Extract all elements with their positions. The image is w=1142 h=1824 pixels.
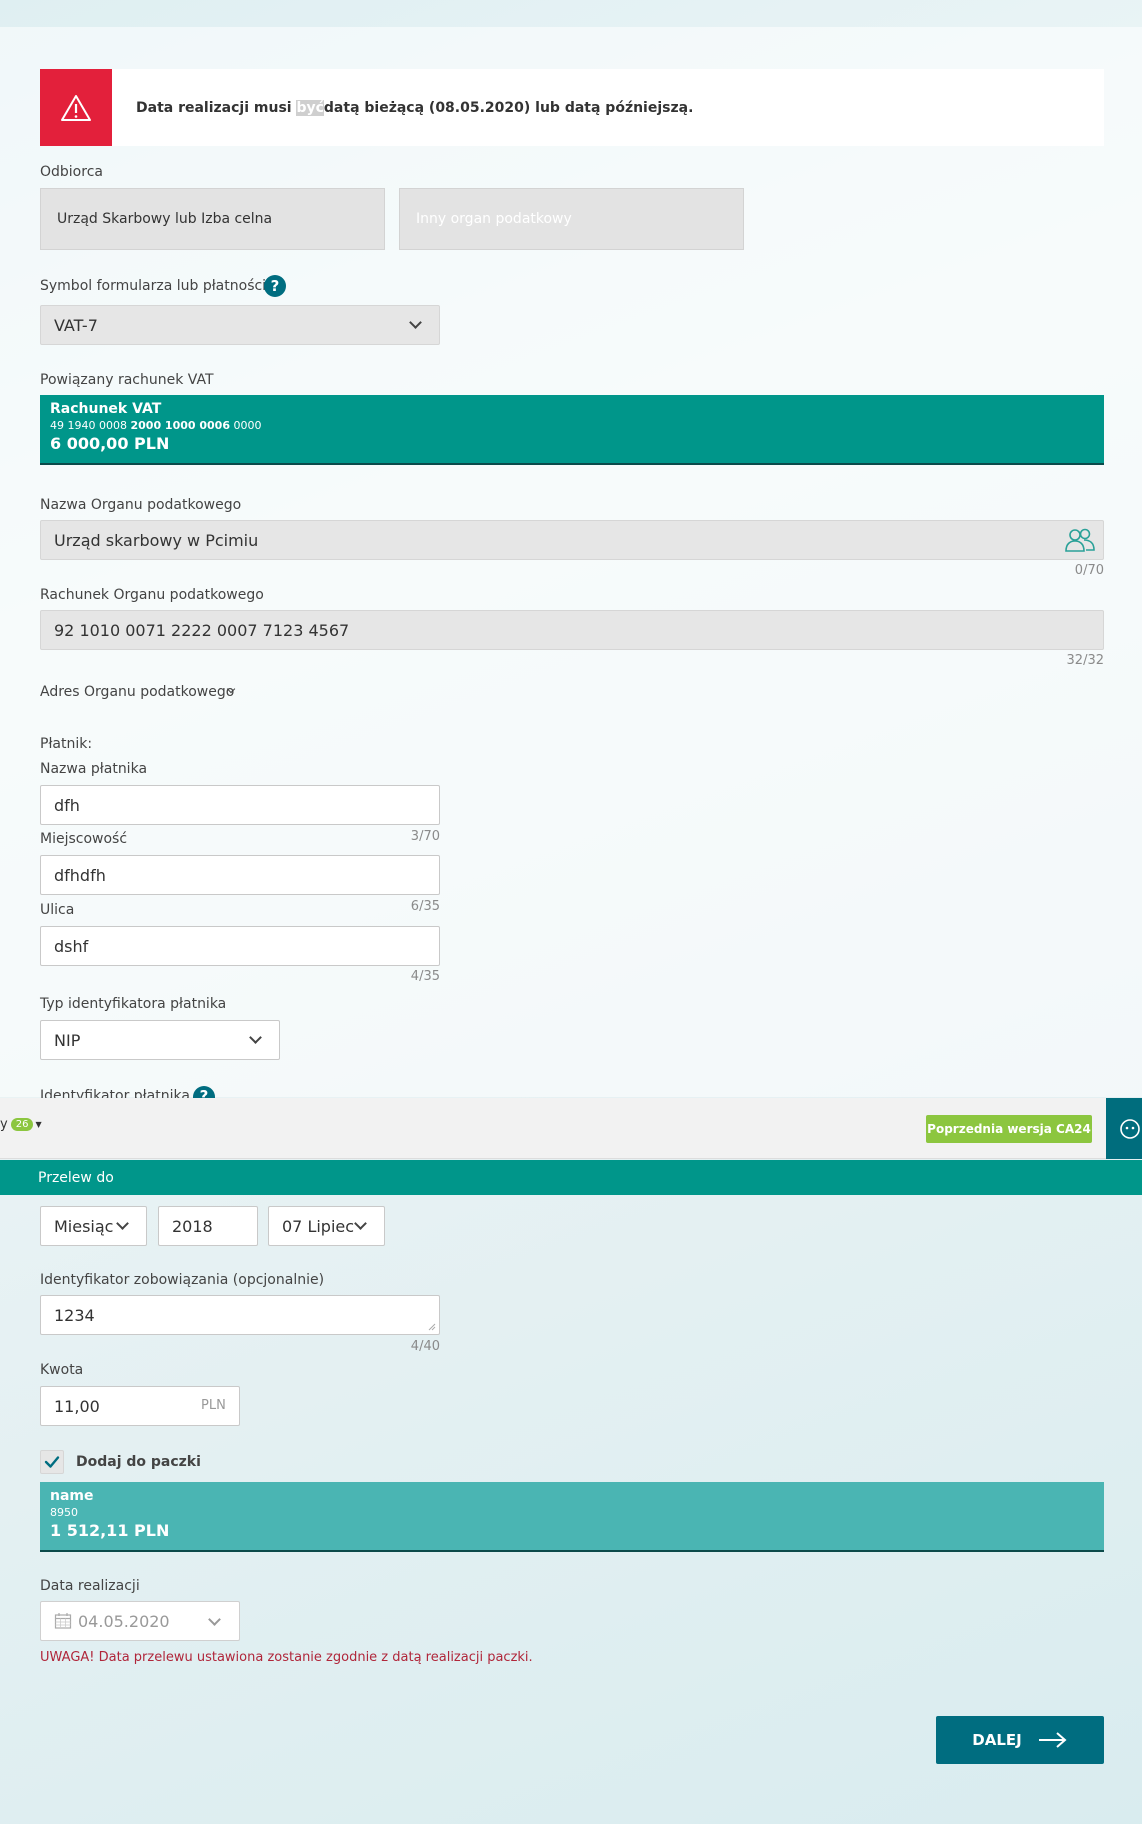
recipient-option-label: Inny organ podatkowy (416, 211, 572, 227)
period-type-select[interactable]: Miesiąc (40, 1206, 147, 1246)
tax-office-name-counter: 0/70 (1074, 563, 1104, 578)
next-button[interactable]: DALEJ (936, 1716, 1104, 1764)
tax-office-name-input[interactable]: Urząd skarbowy w Pcimiu (40, 520, 1104, 560)
notifications-menu[interactable]: y 26 ▼ (0, 1117, 42, 1132)
period-year-input[interactable]: 2018 (158, 1206, 258, 1246)
amount-label: Kwota (40, 1362, 84, 1378)
payer-city-value: dfhdfh (54, 865, 106, 885)
caret-down-icon: ▼ (35, 1120, 42, 1129)
payer-identifier-label: Identyfikator płatnika (40, 1088, 190, 1098)
obligation-id-textarea[interactable]: 1234 (40, 1295, 440, 1335)
period-month-value: 07 Lipiec (282, 1216, 355, 1236)
execution-date-label: Data realizacji (40, 1578, 140, 1594)
address-toggle[interactable]: Adres Organu podatkowego (40, 684, 234, 700)
transfer-to-bar: Przelew do (0, 1160, 1142, 1195)
package-name: name (50, 1488, 94, 1504)
payer-name-value: dfh (54, 795, 80, 815)
payer-city-counter: 6/35 (410, 899, 440, 914)
package-number: 8950 (50, 1506, 78, 1519)
form-symbol-value: VAT-7 (54, 315, 98, 335)
account-number-part: 2000 1000 0006 (130, 419, 230, 432)
recipient-option-other[interactable]: Inny organ podatkowy (399, 188, 744, 250)
payer-city-label: Miejscowość (40, 831, 128, 847)
tax-office-account-input[interactable]: 92 1010 0071 2222 0007 7123 4567 (40, 610, 1104, 650)
account-number-part: 0000 (230, 419, 262, 432)
alert-text-part: datą bieżącą (08.05.2020) lub datą późni… (323, 99, 694, 116)
period-year-value: 2018 (172, 1216, 213, 1236)
payer-id-type-select[interactable]: NIP (40, 1020, 280, 1060)
alert-text-part: Data realizacji musi (136, 99, 297, 116)
help-icon[interactable]: ? (264, 275, 286, 297)
previous-version-button[interactable]: Poprzednia wersja CA24 (926, 1115, 1092, 1143)
execution-date-warning: UWAGA! Data przelewu ustawiona zostanie … (40, 1650, 533, 1665)
next-button-label: DALEJ (972, 1731, 1022, 1749)
add-to-package-label: Dodaj do paczki (76, 1454, 201, 1470)
arrow-right-icon (1038, 1732, 1067, 1748)
linked-account-label: Powiązany rachunek VAT (40, 372, 214, 388)
payer-street-label: Ulica (40, 902, 75, 918)
error-alert: Data realizacji musi byćdatą bieżącą (08… (40, 69, 1104, 146)
payer-street-counter: 4/35 (410, 969, 440, 984)
tax-office-name-label: Nazwa Organu podatkowego (40, 497, 242, 513)
tax-office-name-value: Urząd skarbowy w Pcimiu (54, 530, 259, 550)
payer-id-type-label: Typ identyfikatora płatnika (40, 996, 227, 1012)
alert-text-highlight: być (296, 99, 324, 116)
calendar-icon (54, 1613, 72, 1629)
amount-value: 11,00 (54, 1396, 100, 1416)
alert-icon-box (40, 69, 112, 146)
execution-date-value: 04.05.2020 (78, 1611, 170, 1631)
linked-vat-account[interactable]: Rachunek VAT 49 1940 0008 2000 1000 0006… (40, 395, 1104, 465)
recipient-label: Odbiorca (40, 164, 103, 180)
payer-street-input[interactable]: dshf (40, 926, 440, 966)
obligation-id-counter: 4/40 (410, 1339, 440, 1354)
form-symbol-label: Symbol formularza lub płatności (40, 278, 267, 294)
obligation-id-value: 1234 (54, 1305, 95, 1325)
tax-office-account-label: Rachunek Organu podatkowego (40, 587, 264, 603)
package-account[interactable]: name 8950 1 512,11 PLN (40, 1482, 1104, 1552)
payer-street-value: dshf (54, 936, 89, 956)
resize-handle-icon[interactable] (428, 1323, 436, 1331)
alert-message: Data realizacji musi byćdatą bieżącą (08… (136, 99, 694, 116)
account-balance: 6 000,00 PLN (50, 434, 170, 453)
recipient-option-tax-office[interactable]: Urząd Skarbowy lub Izba celna (40, 188, 385, 250)
tax-office-account-value: 92 1010 0071 2222 0007 7123 4567 (54, 620, 350, 640)
contacts-icon[interactable] (1064, 526, 1096, 554)
payer-name-counter: 3/70 (410, 829, 440, 844)
mascot-icon (1120, 1119, 1140, 1139)
payer-name-input[interactable]: dfh (40, 785, 440, 825)
address-toggle-label: Adres Organu podatkowego (40, 684, 235, 700)
account-name: Rachunek VAT (50, 401, 162, 417)
currency-label: PLN (201, 1398, 226, 1413)
warning-icon (61, 94, 91, 121)
add-to-package-checkbox[interactable] (40, 1450, 64, 1474)
notifications-badge: 26 (10, 1118, 34, 1131)
period-month-select[interactable]: 07 Lipiec (268, 1206, 385, 1246)
notifications-label: y (0, 1117, 8, 1132)
form-symbol-select[interactable]: VAT-7 (40, 305, 440, 345)
recipient-option-label: Urząd Skarbowy lub Izba celna (57, 211, 273, 227)
payer-name-label: Nazwa płatnika (40, 761, 148, 777)
tax-office-account-counter: 32/32 (1066, 653, 1104, 668)
account-number: 49 1940 0008 2000 1000 0006 0000 (50, 419, 1094, 432)
checkmark-icon (44, 1456, 60, 1468)
side-tab[interactable] (1106, 1098, 1142, 1159)
payer-section-label: Płatnik: (40, 736, 93, 752)
transfer-to-label: Przelew do (38, 1169, 114, 1186)
obligation-id-label: Identyfikator zobowiązania (opcjonalnie) (40, 1272, 325, 1288)
payer-city-input[interactable]: dfhdfh (40, 855, 440, 895)
previous-version-label: Poprzednia wersja CA24 (927, 1122, 1091, 1136)
payer-id-type-value: NIP (54, 1030, 81, 1050)
account-number-part: 49 1940 0008 (50, 419, 131, 432)
package-balance: 1 512,11 PLN (50, 1521, 170, 1540)
period-type-value: Miesiąc (54, 1216, 114, 1236)
